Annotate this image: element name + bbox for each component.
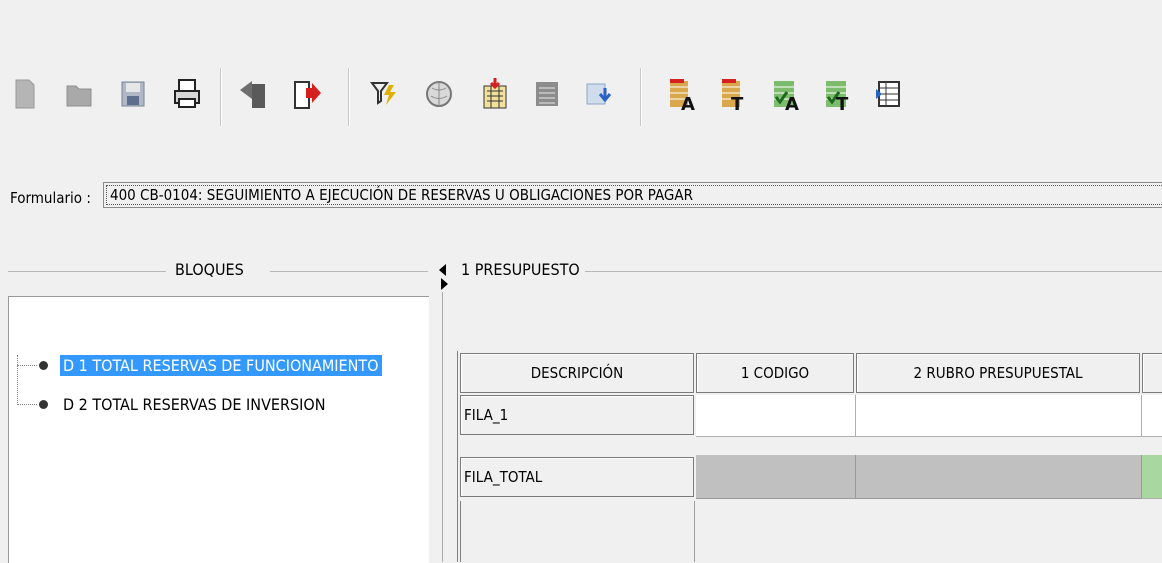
presupuesto-panel: 1 PRESUPUESTO DESCRIPCIÓN 1 CODIGO 2 RUB… (455, 256, 1162, 562)
svg-text:T: T (836, 94, 849, 111)
row-header-fila-1[interactable]: FILA_1 (460, 395, 694, 435)
globe-icon[interactable] (422, 76, 456, 112)
svg-text:A: A (681, 94, 695, 111)
tree-item-label: D 1 TOTAL RESERVAS DE FUNCIONAMIENTO (60, 354, 382, 376)
grid-icon[interactable] (530, 76, 564, 112)
svg-text:A: A (785, 94, 799, 111)
collapse-left-icon[interactable] (439, 264, 447, 276)
column-header-next[interactable] (1142, 353, 1162, 393)
panel-splitter[interactable] (430, 256, 452, 562)
cell-fila-1-rubro[interactable] (856, 395, 1142, 437)
splitter-bar (442, 292, 443, 562)
tree-connector (17, 403, 37, 405)
toolbar-separator (348, 68, 350, 126)
form-label: Formulario : (10, 189, 91, 207)
tree-node-icon (39, 399, 48, 409)
report-t-icon[interactable]: T (716, 76, 750, 112)
form-field[interactable]: 400 CB-0104: SEGUIMIENTO A EJECUCIÓN DE … (103, 182, 1162, 208)
cell-fila-total-codigo (696, 455, 856, 499)
cell-fila-total-rubro (856, 455, 1142, 499)
tree-connector (17, 364, 37, 366)
report-a-check-icon[interactable]: A (768, 76, 802, 112)
fieldset-line (585, 271, 1162, 272)
grid-line (460, 501, 461, 562)
form-value: 400 CB-0104: SEGUIMIENTO A EJECUCIÓN DE … (110, 186, 693, 204)
presupuesto-grid: DESCRIPCIÓN 1 CODIGO 2 RUBRO PRESUPUESTA… (457, 351, 1162, 562)
tree-item-label: D 2 TOTAL RESERVAS DE INVERSION (63, 394, 326, 414)
fieldset-line (270, 271, 428, 272)
download-icon[interactable] (582, 76, 616, 112)
toolbar-separator (640, 68, 642, 126)
report-t-check-icon[interactable]: T (820, 76, 854, 112)
back-arrow-icon[interactable] (236, 76, 270, 112)
open-folder-icon[interactable] (62, 76, 96, 112)
save-disk-icon[interactable] (116, 76, 150, 112)
bloques-panel: BLOQUES D 1 TOTAL RESERVAS DE FUNCIONAMI… (8, 256, 429, 563)
fieldset-line (8, 271, 166, 272)
toolbar-separator (220, 68, 222, 126)
column-header-rubro[interactable]: 2 RUBRO PRESUPUESTAL (856, 353, 1140, 393)
tree-item-inversion[interactable]: D 2 TOTAL RESERVAS DE INVERSION (17, 391, 328, 417)
cell-fila-1-codigo[interactable] (696, 395, 856, 437)
print-icon[interactable] (170, 76, 204, 112)
grid-line (694, 501, 695, 562)
forward-arrow-icon[interactable] (290, 76, 324, 112)
new-document-icon[interactable] (8, 76, 42, 112)
cell-fila-total-next[interactable] (1142, 455, 1162, 499)
row-header-fila-total[interactable]: FILA_TOTAL (460, 457, 694, 497)
cell-fila-1-next[interactable] (1142, 395, 1162, 437)
list-icon[interactable] (872, 76, 906, 112)
filter-icon[interactable] (368, 76, 402, 112)
bloques-title: BLOQUES (175, 260, 244, 279)
presupuesto-title: 1 PRESUPUESTO (461, 260, 580, 279)
tree-item-funcionamiento[interactable]: D 1 TOTAL RESERVAS DE FUNCIONAMIENTO (17, 352, 382, 378)
collapse-right-icon[interactable] (441, 278, 449, 290)
report-a-icon[interactable]: A (664, 76, 698, 112)
column-header-descripcion[interactable]: DESCRIPCIÓN (460, 353, 694, 393)
tree-node-icon (39, 360, 48, 370)
toolbar: A T A T (0, 60, 1162, 126)
bloques-tree: D 1 TOTAL RESERVAS DE FUNCIONAMIENTO D 2… (8, 296, 429, 563)
import-icon[interactable] (478, 76, 512, 112)
column-header-codigo[interactable]: 1 CODIGO (696, 353, 854, 393)
svg-text:T: T (731, 94, 744, 111)
